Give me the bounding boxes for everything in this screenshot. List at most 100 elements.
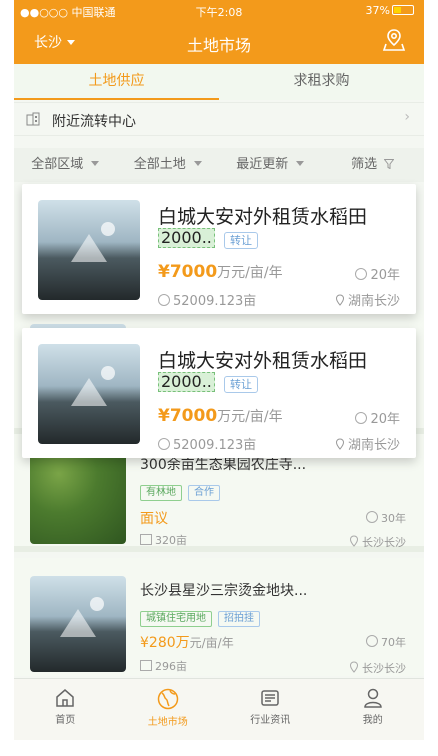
filter-recent[interactable]: 最近更新 xyxy=(219,148,322,182)
land-location-value: 长沙长沙 xyxy=(362,536,406,549)
land-location: 长沙长沙 xyxy=(349,660,406,676)
lease-years-value: 20年 xyxy=(370,412,400,427)
filter-region-label: 全部区域 xyxy=(31,157,84,172)
land-card[interactable]: 白城大安对外租赁水稻田 2000.. 转让 ¥7000万元/亩/年 20年 52… xyxy=(22,328,416,458)
app-screen: ●●○○○ 中国联通 下午2:08 37% 长沙 土地市场 土地供应 求租求购 … xyxy=(14,0,424,740)
price-unit: 元/亩/年 xyxy=(189,636,234,650)
lease-years: 20年 xyxy=(355,264,400,283)
land-code: 2000.. xyxy=(158,228,215,248)
land-location: 长沙长沙 xyxy=(349,534,406,550)
land-type-tag: 有林地 xyxy=(140,485,182,501)
nav-home[interactable]: 首页 xyxy=(14,679,117,740)
battery-status: 37% xyxy=(366,4,414,17)
land-name: 白城大安对外租赁水稻田 xyxy=(158,350,368,372)
land-thumbnail xyxy=(30,576,126,672)
nearby-center-label: 附近流转中心 xyxy=(52,114,136,130)
land-price: 面议 xyxy=(140,508,168,528)
land-location-value: 湖南长沙 xyxy=(347,294,400,309)
nav-land-market[interactable]: 土地市场 xyxy=(117,679,220,740)
clock-icon xyxy=(355,268,368,280)
price-value: ¥7000 xyxy=(158,406,218,426)
building-icon xyxy=(26,112,40,126)
land-area: 52009.123亩 xyxy=(158,434,256,453)
land-location-value: 长沙长沙 xyxy=(362,662,406,675)
land-name: 白城大安对外租赁水稻田 xyxy=(158,206,368,228)
land-price: ¥280万元/亩/年 xyxy=(140,632,234,652)
nav-profile[interactable]: 我的 xyxy=(322,679,425,740)
lease-years-value: 70年 xyxy=(381,636,406,649)
user-icon xyxy=(363,688,382,708)
land-area: 52009.123亩 xyxy=(158,290,256,309)
land-area: 320亩 xyxy=(140,532,187,548)
land-thumbnail xyxy=(30,444,126,544)
chevron-down-icon xyxy=(296,161,305,166)
land-area: 296亩 xyxy=(140,658,187,674)
lease-years-value: 30年 xyxy=(381,512,406,525)
price-unit: 万元/亩/年 xyxy=(217,409,283,425)
price-value: ¥7000 xyxy=(158,262,218,282)
app-header: ●●○○○ 中国联通 下午2:08 37% 长沙 土地市场 xyxy=(14,0,424,64)
clock-icon xyxy=(366,635,378,647)
filter-recent-label: 最近更新 xyxy=(236,157,289,172)
land-thumbnail xyxy=(38,344,140,444)
area-icon xyxy=(140,660,152,671)
trade-type-tag: 转让 xyxy=(224,376,258,393)
land-location-value: 湖南长沙 xyxy=(347,438,400,453)
land-area-value: 320亩 xyxy=(155,534,187,547)
trade-type-tag: 合作 xyxy=(188,485,220,501)
location-map-icon[interactable] xyxy=(382,28,406,52)
land-location: 湖南长沙 xyxy=(335,290,400,309)
nearby-center-row[interactable]: 附近流转中心 › xyxy=(14,102,424,136)
price-value: 面议 xyxy=(140,511,168,527)
clock-icon xyxy=(366,511,378,523)
nav-news-label: 行业资讯 xyxy=(250,715,291,726)
pin-icon xyxy=(349,661,359,673)
trade-type-tag: 转让 xyxy=(224,232,258,249)
area-icon xyxy=(158,438,170,450)
land-area-value: 296亩 xyxy=(155,660,187,673)
battery-icon xyxy=(392,5,414,15)
pin-icon xyxy=(335,438,344,450)
area-icon xyxy=(140,534,152,545)
land-area-value: 52009.123亩 xyxy=(173,294,257,309)
tab-rent-request[interactable]: 求租求购 xyxy=(219,64,424,100)
lease-years: 20年 xyxy=(355,408,400,427)
land-area-value: 52009.123亩 xyxy=(173,438,257,453)
filter-land-type[interactable]: 全部土地 xyxy=(117,148,220,182)
land-price: ¥7000万元/亩/年 xyxy=(158,262,283,282)
price-value: ¥280万 xyxy=(140,635,190,651)
land-name: 长沙县星沙三宗烫金地块... xyxy=(140,583,308,599)
pin-icon xyxy=(349,535,359,547)
bottom-nav: 首页 土地市场 行业资讯 我的 xyxy=(14,678,424,740)
globe-icon xyxy=(157,688,178,710)
nav-profile-label: 我的 xyxy=(362,715,383,726)
funnel-icon xyxy=(383,159,395,170)
lease-years: 30年 xyxy=(366,510,406,526)
clock-label: 下午2:08 xyxy=(195,6,243,19)
pin-icon xyxy=(335,294,344,306)
filter-screen[interactable]: 筛选 xyxy=(322,148,425,182)
land-thumbnail xyxy=(38,200,140,300)
home-icon xyxy=(56,689,74,707)
nav-bar: 长沙 土地市场 xyxy=(14,22,424,62)
filter-bar: 全部区域 全部土地 最近更新 筛选 xyxy=(14,148,424,182)
land-tags: 城镇住宅用地 招拍挂 xyxy=(140,606,266,627)
page-title: 土地市场 xyxy=(186,36,251,55)
tab-land-supply[interactable]: 土地供应 xyxy=(14,64,219,100)
nav-land-market-label: 土地市场 xyxy=(147,717,188,728)
land-price: ¥7000万元/亩/年 xyxy=(158,406,283,426)
chevron-down-icon xyxy=(193,161,202,166)
area-icon xyxy=(158,294,170,306)
land-tags: 有林地 合作 xyxy=(140,480,226,501)
list-item[interactable]: 长沙县星沙三宗烫金地块... 城镇住宅用地 招拍挂 ¥280万元/亩/年 70年 … xyxy=(14,558,424,676)
chevron-down-icon xyxy=(91,161,100,166)
trade-type-tag: 招拍挂 xyxy=(218,611,260,627)
filter-land-type-label: 全部土地 xyxy=(133,157,186,172)
nav-news[interactable]: 行业资讯 xyxy=(219,679,322,740)
land-card[interactable]: 白城大安对外租赁水稻田 2000.. 转让 ¥7000万元/亩/年 20年 52… xyxy=(22,184,416,314)
filter-region[interactable]: 全部区域 xyxy=(14,148,117,182)
land-code: 2000.. xyxy=(158,372,215,392)
chevron-right-icon: › xyxy=(404,109,410,125)
lease-years: 70年 xyxy=(366,634,406,650)
clock-icon xyxy=(355,412,368,424)
